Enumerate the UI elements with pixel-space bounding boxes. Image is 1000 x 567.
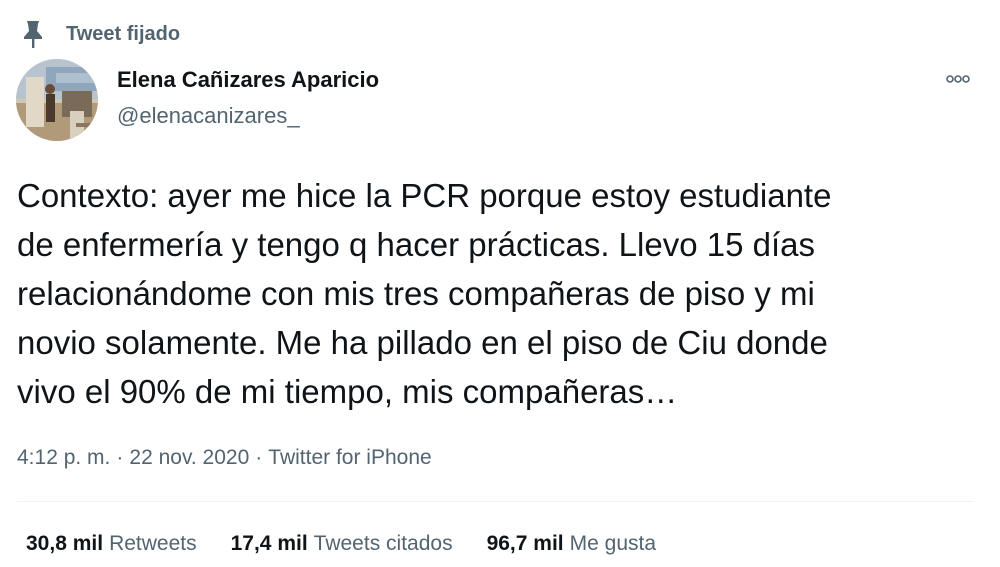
likes-label: Me gusta xyxy=(569,532,657,555)
quote-tweets-stat[interactable]: 17,4 mil Tweets citados xyxy=(231,532,453,556)
likes-stat[interactable]: 96,7 mil Me gusta xyxy=(487,532,656,556)
retweets-label: Retweets xyxy=(109,532,197,555)
divider xyxy=(17,501,974,502)
tweet-meta: 4:12 p. m. · 22 nov. 2020 · Twitter for … xyxy=(17,446,432,470)
quote-tweets-count: 17,4 mil xyxy=(230,532,308,555)
tweet-time-link[interactable]: 4:12 p. m. xyxy=(17,446,110,470)
more-options-icon xyxy=(946,71,970,89)
pin-icon xyxy=(20,19,46,49)
pinned-indicator: Tweet fijado xyxy=(20,18,180,50)
likes-count: 96,7 mil xyxy=(486,532,564,555)
avatar[interactable] xyxy=(16,59,98,141)
author-handle[interactable]: @elenacanizares_ xyxy=(117,103,300,129)
tweet-text: Contexto: ayer me hice la PCR porque est… xyxy=(17,177,832,410)
meta-separator: · xyxy=(255,446,263,469)
retweets-count: 30,8 mil xyxy=(26,532,104,555)
tweet-stats: 30,8 mil Retweets 17,4 mil Tweets citado… xyxy=(26,532,690,556)
retweets-stat[interactable]: 30,8 mil Retweets xyxy=(26,532,197,556)
tweet-date-link[interactable]: 22 nov. 2020 xyxy=(129,446,249,470)
quote-tweets-label: Tweets citados xyxy=(313,532,453,555)
meta-separator: · xyxy=(116,446,124,469)
author-name[interactable]: Elena Cañizares Aparicio xyxy=(117,67,379,93)
more-options-button[interactable] xyxy=(938,68,978,92)
pinned-label: Tweet fijado xyxy=(66,22,181,45)
tweet-source-link[interactable]: Twitter for iPhone xyxy=(268,446,431,470)
